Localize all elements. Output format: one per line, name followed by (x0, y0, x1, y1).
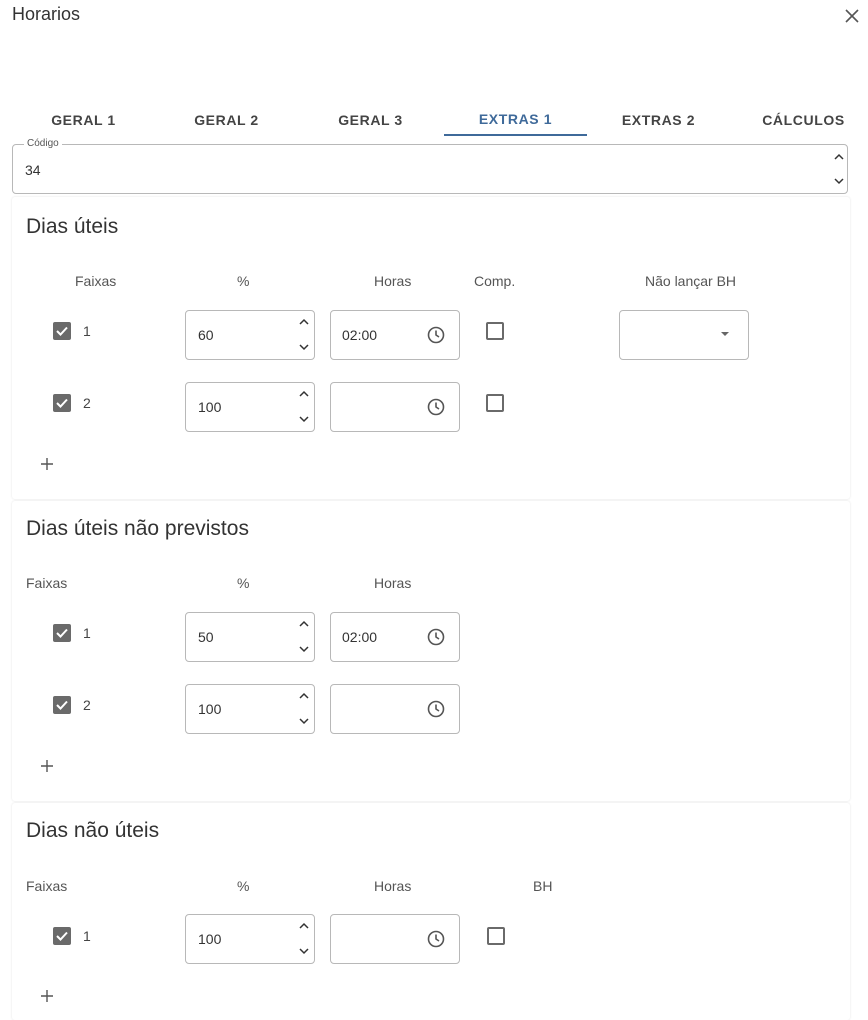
horas-value[interactable]: 02:00 (342, 327, 377, 343)
add-faixa-icon[interactable] (40, 989, 54, 1003)
percent-value[interactable]: 50 (198, 629, 214, 645)
faixa-checkbox[interactable] (53, 927, 71, 945)
decrement-icon[interactable] (297, 714, 311, 728)
header-faixas: Faixas (26, 575, 68, 591)
add-faixa-icon[interactable] (40, 759, 54, 773)
codigo-field[interactable] (12, 144, 848, 194)
add-faixa-icon[interactable] (40, 457, 54, 471)
faixa-index: 1 (83, 323, 91, 339)
percent-value[interactable]: 100 (198, 931, 221, 947)
decrement-icon[interactable] (297, 642, 311, 656)
header-comp: Comp. (474, 273, 516, 289)
decrement-icon[interactable] (297, 340, 311, 354)
header-percent: % (237, 575, 250, 591)
percent-value[interactable]: 100 (198, 399, 221, 415)
header-faixas: Faixas (26, 878, 68, 894)
tab-geral-1[interactable]: GERAL 1 (12, 104, 155, 136)
clock-icon[interactable] (426, 397, 446, 417)
horas-value[interactable]: 02:00 (342, 629, 377, 645)
faixa-checkbox[interactable] (53, 322, 71, 340)
header-percent: % (237, 878, 250, 894)
clock-icon[interactable] (426, 699, 446, 719)
header-bh: BH (533, 878, 553, 894)
increment-icon[interactable] (297, 387, 311, 401)
decrement-icon[interactable] (297, 944, 311, 958)
bh-checkbox[interactable] (487, 927, 505, 945)
increment-icon[interactable] (297, 919, 311, 933)
clock-icon[interactable] (426, 627, 446, 647)
faixa-checkbox[interactable] (53, 394, 71, 412)
comp-checkbox[interactable] (486, 322, 504, 340)
faixa-index: 2 (83, 697, 91, 713)
increment-icon[interactable] (297, 315, 311, 329)
tab-geral-2[interactable]: GERAL 2 (155, 104, 298, 136)
header-horas: Horas (374, 575, 412, 591)
dialog-title: Horarios (12, 4, 81, 24)
decrement-icon[interactable] (297, 412, 311, 426)
section-title-dias-nao-uteis: Dias não úteis (26, 819, 160, 842)
tab-extras-2[interactable]: EXTRAS 2 (587, 104, 730, 136)
clock-icon[interactable] (426, 325, 446, 345)
percent-value[interactable]: 60 (198, 327, 214, 343)
header-percent: % (237, 273, 250, 289)
faixa-checkbox[interactable] (53, 624, 71, 642)
comp-checkbox[interactable] (486, 394, 504, 412)
faixa-index: 2 (83, 395, 91, 411)
section-title-dias-uteis-nao-previstos: Dias úteis não previstos (26, 517, 249, 540)
clock-icon[interactable] (426, 929, 446, 949)
close-icon[interactable] (842, 6, 862, 26)
tab-geral-3[interactable]: GERAL 3 (299, 104, 442, 136)
increment-icon[interactable] (297, 689, 311, 703)
increment-icon[interactable] (832, 150, 846, 164)
increment-icon[interactable] (297, 617, 311, 631)
codigo-value[interactable]: 34 (25, 162, 41, 178)
codigo-label: Código (24, 138, 62, 149)
header-horas: Horas (374, 273, 412, 289)
tab-extras-1[interactable]: EXTRAS 1 (444, 104, 587, 136)
tab-calculos[interactable]: CÁLCULOS (732, 104, 868, 136)
decrement-icon[interactable] (832, 174, 846, 188)
faixa-index: 1 (83, 928, 91, 944)
percent-value[interactable]: 100 (198, 701, 221, 717)
section-title-dias-uteis: Dias úteis (26, 215, 119, 238)
header-nao-lancar-bh: Não lançar BH (645, 273, 737, 289)
faixa-checkbox[interactable] (53, 696, 71, 714)
dropdown-arrow-icon[interactable] (719, 330, 731, 338)
header-faixas: Faixas (75, 273, 117, 289)
header-horas: Horas (374, 878, 412, 894)
faixa-index: 1 (83, 625, 91, 641)
